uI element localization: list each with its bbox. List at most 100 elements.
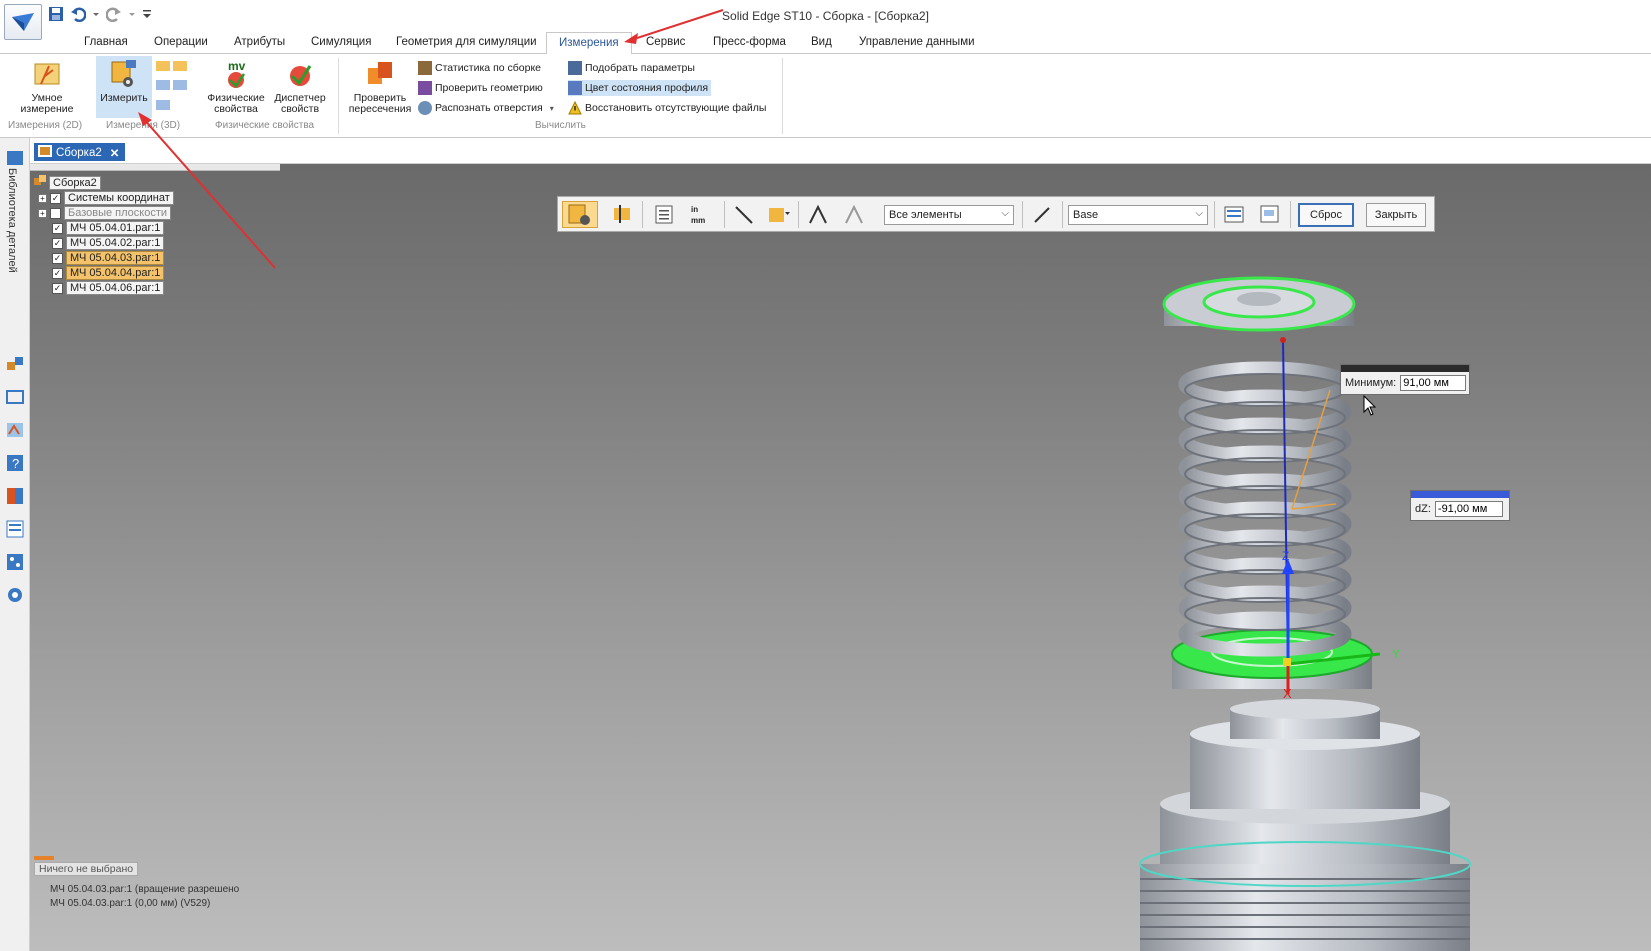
visibility-checkbox[interactable]: ✓ — [50, 192, 61, 204]
toolbar-separator — [724, 201, 725, 228]
toolbar-separator — [798, 201, 799, 228]
panel-grip[interactable] — [30, 164, 280, 171]
property-manager-icon — [284, 58, 316, 90]
keypoint-select-icon[interactable] — [764, 201, 792, 228]
tree-part[interactable]: ✓ МЧ 05.04.03.par:1 — [52, 251, 165, 265]
reset-button[interactable]: Сброс — [1298, 203, 1354, 227]
minimum-value-field[interactable] — [1400, 375, 1467, 391]
profile-color-button[interactable]: Цвет состояния профиля — [568, 80, 712, 96]
document-tab[interactable]: Сборка2 ✕ — [34, 143, 126, 161]
help-icon[interactable]: ? — [5, 453, 25, 473]
check-interference-icon — [364, 58, 396, 90]
left-sidebar: Библиотека деталей ? — [0, 138, 30, 951]
visibility-checkbox[interactable] — [50, 207, 61, 219]
tab-measure[interactable]: Измерения — [546, 32, 632, 55]
line-measure-icon[interactable] — [730, 201, 758, 228]
tree-part[interactable]: ✓ МЧ 05.04.01.par:1 — [52, 221, 165, 235]
box-grip[interactable] — [1411, 491, 1509, 498]
visibility-checkbox[interactable]: ✓ — [52, 222, 63, 234]
angle-3point-icon[interactable] — [840, 201, 868, 228]
close-tab-icon[interactable]: ✕ — [110, 146, 120, 160]
tab-operations[interactable]: Операции — [154, 36, 208, 48]
close-button[interactable]: Закрыть — [1366, 203, 1426, 227]
tab-attributes[interactable]: Атрибуты — [234, 36, 285, 48]
fit-parameters-button[interactable]: Подобрать параметры — [568, 61, 695, 75]
visibility-checkbox[interactable]: ✓ — [52, 237, 63, 249]
axis-z-label: Z — [1282, 549, 1289, 563]
layers-icon[interactable] — [5, 387, 25, 407]
line-style-icon[interactable] — [1028, 201, 1056, 228]
tree-part[interactable]: ✓ МЧ 05.04.06.par:1 — [52, 281, 165, 295]
toolbar-separator — [642, 201, 643, 228]
measure-mode-icon[interactable] — [562, 201, 598, 228]
coordinate-system-select[interactable]: Base ⌵ — [1068, 205, 1208, 225]
copy-to-clipboard-icon[interactable] — [1256, 201, 1284, 228]
measure-small-tools-icon[interactable] — [155, 60, 191, 118]
recognize-holes-icon — [418, 101, 432, 115]
options-list-icon[interactable] — [650, 201, 678, 228]
dz-value-field[interactable] — [1434, 501, 1503, 517]
expand-icon[interactable]: + — [38, 193, 47, 203]
group-label-measure3d: Измерения (3D) — [106, 120, 181, 131]
measure-distance-icon[interactable] — [608, 201, 636, 228]
reports-icon[interactable] — [5, 519, 25, 539]
tab-data-management[interactable]: Управление данными — [859, 36, 975, 48]
tab-mold[interactable]: Пресс-форма — [713, 36, 786, 48]
element-filter-select[interactable]: Все элементы ⌵ — [884, 205, 1014, 225]
minimum-label: Минимум: — [1345, 377, 1397, 389]
property-manager-button[interactable]: Диспетчер свойств — [270, 58, 330, 115]
toolbar-separator — [1022, 201, 1023, 228]
visibility-checkbox[interactable]: ✓ — [52, 282, 63, 294]
group-label-compute: Вычислить — [535, 120, 586, 131]
smart-measure-button[interactable]: Умное измерение — [12, 58, 82, 115]
nothing-selected-label: Ничего не выбрано — [34, 862, 139, 876]
tab-service[interactable]: Сервис — [646, 36, 685, 48]
angle-measure-icon[interactable] — [804, 201, 832, 228]
assembly-stats-button[interactable]: Статистика по сборке — [418, 61, 541, 75]
physical-properties-icon: mv — [220, 58, 252, 90]
dropdown-arrow-icon: ▾ — [549, 103, 554, 113]
settings-gear-icon[interactable] — [5, 585, 25, 605]
3d-viewport[interactable]: Y Z X Сборка2 + ✓ Системы координат + Ба… — [30, 164, 1651, 951]
check-geometry-button[interactable]: Проверить геометрию — [418, 81, 543, 95]
assembly-tree-icon[interactable] — [5, 354, 25, 374]
box-grip[interactable] — [1341, 365, 1469, 372]
parts-library-icon[interactable] — [5, 148, 25, 168]
check-interference-button[interactable]: Проверить пересечения — [344, 58, 416, 115]
toolbar-separator — [1062, 201, 1063, 228]
tab-home[interactable]: Главная — [84, 36, 128, 48]
tree-part[interactable]: ✓ МЧ 05.04.04.par:1 — [52, 266, 165, 280]
visibility-checkbox[interactable]: ✓ — [52, 267, 63, 279]
measurement-history-icon[interactable] — [1220, 201, 1248, 228]
visibility-checkbox[interactable]: ✓ — [52, 252, 63, 264]
physical-properties-button[interactable]: mv Физические свойства — [206, 58, 266, 115]
recognize-holes-button[interactable]: Распознать отверстия ▾ — [418, 101, 554, 115]
chevron-down-icon: ⌵ — [1001, 208, 1009, 219]
axis-y-label: Y — [1392, 647, 1400, 661]
tab-simulation[interactable]: Симуляция — [311, 36, 371, 48]
features-icon[interactable] — [5, 420, 25, 440]
tree-part[interactable]: ✓ МЧ 05.04.02.par:1 — [52, 236, 165, 250]
chevron-down-icon: ⌵ — [1195, 208, 1203, 219]
profile-color-icon — [568, 81, 582, 95]
window-title: Solid Edge ST10 - Сборка - [Сборка2] — [722, 9, 929, 23]
measure-button[interactable]: Измерить — [96, 56, 152, 118]
axis-x-label: X — [1283, 686, 1292, 701]
tree-root[interactable]: Сборка2 — [34, 175, 101, 190]
color-manager-icon[interactable] — [5, 486, 25, 506]
selection-status: Ничего не выбрано МЧ 05.04.03.par:1 (вра… — [30, 854, 290, 951]
expand-icon[interactable]: + — [38, 208, 47, 218]
tab-simulation-geometry[interactable]: Геометрия для симуляции — [396, 36, 537, 48]
mv-glyph: mv — [228, 59, 246, 73]
units-toggle-icon[interactable]: in mm — [686, 201, 714, 228]
group-label-physical: Физические свойства — [215, 120, 315, 131]
tree-coord-systems[interactable]: + ✓ Системы координат — [38, 191, 174, 205]
fit-parameters-icon — [568, 61, 582, 75]
tree-base-planes[interactable]: + Базовые плоскости — [38, 206, 172, 220]
group-separator — [782, 58, 783, 134]
family-parts-icon[interactable] — [5, 552, 25, 572]
tab-view[interactable]: Вид — [811, 36, 832, 48]
parts-library-tab[interactable]: Библиотека деталей — [6, 168, 18, 273]
document-tab-bar: Сборка2 ✕ — [30, 138, 1651, 164]
restore-files-button[interactable]: Восстановить отсутствующие файлы — [568, 100, 766, 115]
